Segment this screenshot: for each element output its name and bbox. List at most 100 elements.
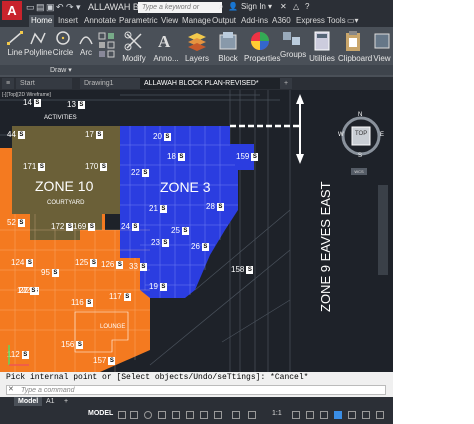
tab-annotate[interactable]: Annotate [82, 15, 118, 27]
room-marker-124: 124 S [10, 258, 34, 267]
workspace-icon[interactable] [320, 411, 328, 419]
new-tab-button[interactable]: + [280, 78, 293, 89]
new-file-icon[interactable]: ▭ [26, 2, 35, 13]
transparency-icon[interactable] [214, 411, 222, 419]
command-close-icon[interactable]: ✕ [8, 385, 14, 393]
properties-button[interactable]: Properties [244, 30, 280, 63]
room-number: 13 [67, 100, 76, 109]
viewcube[interactable]: TOP N S E W [337, 112, 385, 160]
annotation-scale[interactable]: 1:1 [272, 410, 282, 417]
tab-a360[interactable]: A360 [270, 15, 293, 27]
compass-w[interactable]: W [338, 132, 344, 138]
clipboard-button[interactable]: Clipboard [338, 30, 372, 63]
tab-a1[interactable]: A1 [42, 397, 59, 406]
layout-tabs: Model A1 + [0, 397, 393, 406]
menu-icon[interactable]: ≡ [2, 78, 15, 89]
grid-icon[interactable] [118, 411, 126, 419]
osnap-icon[interactable] [172, 411, 180, 419]
compass-s[interactable]: S [358, 153, 362, 159]
dropdown-chevron-icon[interactable]: ▾ [76, 2, 81, 13]
lounge-label: LOUNGE [100, 324, 126, 330]
app-logo[interactable]: A [2, 1, 22, 20]
tab-output[interactable]: Output [210, 15, 238, 27]
redo-icon[interactable]: ↷ [66, 2, 74, 13]
doc-tab-start[interactable]: Start [16, 78, 72, 89]
ortho-icon[interactable] [144, 411, 152, 419]
room-number: 24 [121, 222, 130, 231]
room-number: 157 [93, 356, 107, 365]
autoscale-icon[interactable] [248, 411, 256, 419]
tab-home[interactable]: Home [29, 15, 55, 27]
room-tag-icon: S [181, 226, 189, 235]
compass-n[interactable]: N [358, 112, 362, 118]
search-input[interactable]: Type a keyword or phrase [138, 2, 222, 22]
layers-button[interactable]: Layers [184, 30, 210, 63]
wcs-menu[interactable]: WCS [351, 168, 367, 175]
add-layout-button[interactable]: + [60, 397, 72, 406]
tab-model[interactable]: Model [14, 397, 43, 406]
otrack-icon[interactable] [186, 411, 194, 419]
room-marker-17: 17 S [84, 130, 103, 139]
search-icon[interactable]: ⌕ [219, 2, 223, 12]
tab-manage[interactable]: Manage [180, 15, 213, 27]
settings-gear-icon[interactable] [292, 411, 300, 419]
help-icon[interactable]: ? [305, 2, 309, 11]
save-icon[interactable]: ▣ [46, 2, 55, 13]
compass-e[interactable]: E [380, 132, 384, 138]
room-number: 20 [153, 132, 162, 141]
room-marker-22: 22 S [18, 286, 37, 295]
doc-tab-allawah[interactable]: ALLAWAH BLOCK PLAN-REVISED* [140, 78, 286, 89]
circle-button[interactable]: Circle [52, 30, 74, 57]
polar-icon[interactable] [158, 411, 166, 419]
room-marker-52: 52 S [6, 218, 25, 227]
chevron-down-icon[interactable]: ▾ [268, 2, 272, 11]
room-marker-14: 14 S [22, 98, 41, 107]
arc-button[interactable]: Arc [76, 30, 96, 57]
exchange-icon[interactable]: ✕ [280, 2, 287, 11]
lineweight-icon[interactable] [200, 411, 208, 419]
room-tag-icon: S [100, 162, 108, 171]
room-number: 22 [131, 168, 140, 177]
customize-menu-icon[interactable] [376, 411, 384, 419]
clean-screen-icon[interactable] [362, 411, 370, 419]
a360-icon[interactable]: △ [293, 2, 299, 11]
drawing-canvas[interactable]: [-][Top][2D Wireframe] ZONE 10 ZONE 3 CO… [0, 90, 393, 372]
plus-icon[interactable] [306, 411, 314, 419]
tab-insert[interactable]: Insert [56, 15, 80, 27]
model-space-button[interactable]: MODEL [88, 410, 113, 417]
view-panel-button[interactable]: View [372, 30, 392, 63]
annotation-visibility-icon[interactable] [232, 411, 240, 419]
floor-plan-drawing[interactable] [0, 90, 393, 372]
tab-view[interactable]: View [159, 15, 180, 27]
tab-add-ins[interactable]: Add-ins [239, 15, 270, 27]
room-marker-158: 158 S [230, 265, 254, 274]
groups-button[interactable]: Groups [280, 30, 306, 59]
view-icon [374, 33, 390, 49]
doc-tab-drawing1[interactable]: Drawing1 [80, 78, 144, 89]
annotation-button[interactable]: A Anno... [152, 30, 180, 63]
room-tag-icon: S [163, 132, 171, 141]
open-file-icon[interactable]: ▤ [36, 2, 45, 13]
polyline-button[interactable]: Polyline [24, 30, 52, 57]
draw-panel-title[interactable]: Draw ▾ [50, 66, 72, 74]
panel-toggle-icon[interactable]: ▭▾ [345, 15, 361, 27]
line-button[interactable]: Line [4, 30, 26, 57]
modify-button[interactable]: Modify [120, 30, 148, 63]
hardware-accel-icon[interactable] [348, 411, 356, 419]
navigation-bar[interactable] [378, 185, 388, 275]
sign-in-button[interactable]: 👤 Sign In [228, 2, 266, 11]
room-marker-170: 170 S [84, 162, 108, 171]
zone-9-label: ZONE 9 EAVES EAST [318, 181, 333, 312]
tab-parametric[interactable]: Parametric [117, 15, 160, 27]
viewcube-top[interactable]: TOP [355, 131, 367, 137]
undo-icon[interactable]: ↶ [56, 2, 64, 13]
command-input[interactable]: Type a command [6, 385, 386, 395]
snap-icon[interactable] [130, 411, 138, 419]
tab-express-tools[interactable]: Express Tools [294, 15, 348, 27]
isolate-icon[interactable] [334, 411, 342, 419]
draw-tools-grid[interactable] [98, 32, 116, 58]
room-tag-icon: S [17, 218, 25, 227]
block-button[interactable]: Block [216, 30, 240, 63]
utilities-button[interactable]: Utilities [308, 30, 336, 63]
room-number: 156 [61, 340, 75, 349]
